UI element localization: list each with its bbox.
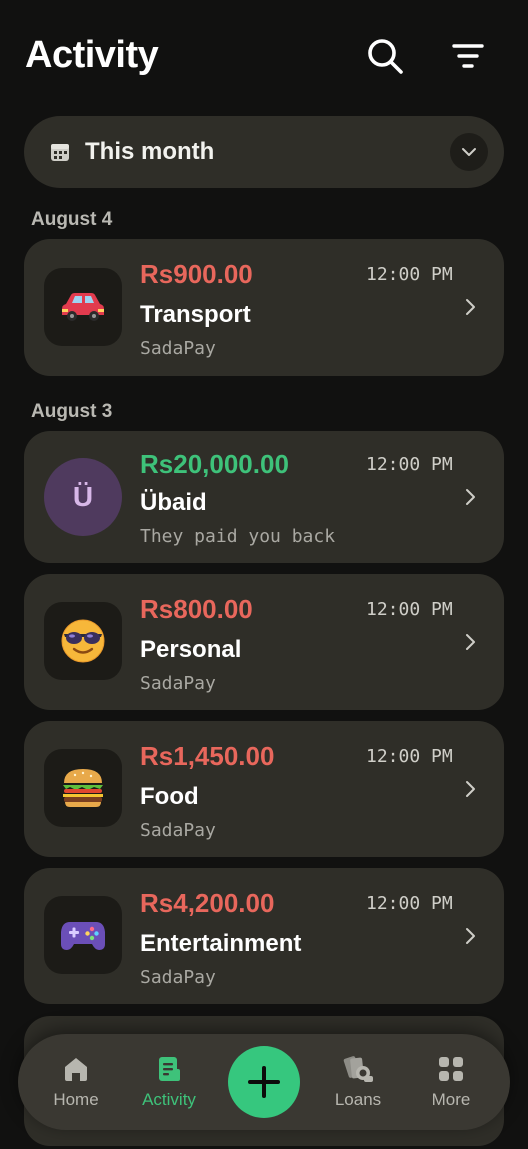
nav-loans[interactable]: Loans — [310, 1034, 406, 1130]
chevron-right-icon — [466, 781, 475, 797]
transaction-amount: Rs900.00 — [140, 259, 253, 289]
transaction-card-ubaid[interactable]: Ü Rs20,000.00 12:00 PM Übaid They paid y… — [24, 431, 504, 563]
filter-button[interactable] — [444, 32, 492, 80]
transaction-amount: Rs20,000.00 — [140, 449, 289, 479]
transaction-note: They paid you back — [140, 526, 336, 547]
transaction-time: 12:00 PM — [366, 893, 453, 914]
chevron-right-icon — [466, 634, 475, 650]
transaction-amount: Rs1,450.00 — [140, 741, 275, 771]
period-dropdown-button[interactable] — [450, 133, 488, 171]
nav-more-label: More — [431, 1090, 471, 1109]
transaction-time: 12:00 PM — [366, 746, 453, 767]
transaction-card-transport[interactable]: Rs900.00 12:00 PM Transport SadaPay — [24, 239, 504, 376]
transaction-source: SadaPay — [140, 673, 216, 694]
period-label: This month — [85, 138, 215, 165]
app-header: Activity — [0, 0, 528, 110]
transaction-card-personal[interactable]: Rs800.00 12:00 PM Personal SadaPay — [24, 574, 504, 710]
chevron-right-icon — [466, 299, 475, 315]
category-thumb — [44, 749, 122, 827]
avatar: Ü — [44, 458, 122, 536]
calendar-icon — [51, 144, 69, 161]
transaction-time: 12:00 PM — [366, 599, 453, 620]
transaction-amount: Rs4,200.00 — [140, 888, 275, 918]
transaction-time: 12:00 PM — [366, 454, 453, 475]
category-thumb — [44, 602, 122, 680]
car-icon — [62, 293, 104, 321]
plus-icon — [248, 1066, 280, 1098]
search-button[interactable] — [361, 32, 409, 80]
add-button[interactable] — [228, 1046, 300, 1118]
transaction-name: Food — [140, 783, 199, 810]
game-controller-icon — [61, 922, 105, 950]
transaction-name: Transport — [140, 301, 251, 328]
nav-activity[interactable]: Activity — [121, 1034, 217, 1130]
chevron-right-icon — [466, 928, 475, 944]
transaction-card-entertainment[interactable]: Rs4,200.00 12:00 PM Entertainment SadaPa… — [24, 868, 504, 1004]
nav-home-label: Home — [53, 1090, 99, 1109]
receipt-icon — [159, 1057, 180, 1081]
transaction-source: SadaPay — [140, 820, 216, 841]
transaction-card-food[interactable]: Rs1,450.00 12:00 PM Food SadaPay — [24, 721, 504, 857]
avatar-initial: Ü — [72, 481, 94, 512]
date-header: August 3 — [31, 401, 113, 422]
transaction-source: SadaPay — [140, 967, 216, 988]
chevron-right-icon — [466, 489, 475, 505]
transaction-name: Personal — [140, 636, 242, 663]
chevron-down-icon — [462, 148, 476, 156]
transaction-source: SadaPay — [140, 338, 216, 359]
page-title: Activity — [25, 34, 159, 76]
bottom-nav: Home Activity Loans More — [18, 1034, 510, 1130]
grid-icon — [439, 1057, 463, 1081]
date-header: August 4 — [31, 209, 113, 230]
home-icon — [65, 1058, 87, 1081]
loans-icon — [343, 1056, 373, 1082]
filter-icon — [452, 44, 484, 68]
transaction-name: Entertainment — [140, 930, 302, 957]
search-icon — [368, 39, 403, 74]
burger-icon — [63, 769, 103, 807]
transaction-amount: Rs800.00 — [140, 594, 253, 624]
nav-activity-label: Activity — [142, 1090, 196, 1109]
nav-home[interactable]: Home — [28, 1034, 124, 1130]
category-thumb — [44, 896, 122, 974]
category-thumb — [44, 268, 122, 346]
sunglasses-face-icon — [61, 619, 105, 663]
transaction-time: 12:00 PM — [366, 264, 453, 285]
transaction-name: Übaid — [140, 489, 207, 516]
period-selector[interactable]: This month — [24, 116, 504, 188]
nav-loans-label: Loans — [334, 1090, 382, 1109]
nav-more[interactable]: More — [403, 1034, 499, 1130]
